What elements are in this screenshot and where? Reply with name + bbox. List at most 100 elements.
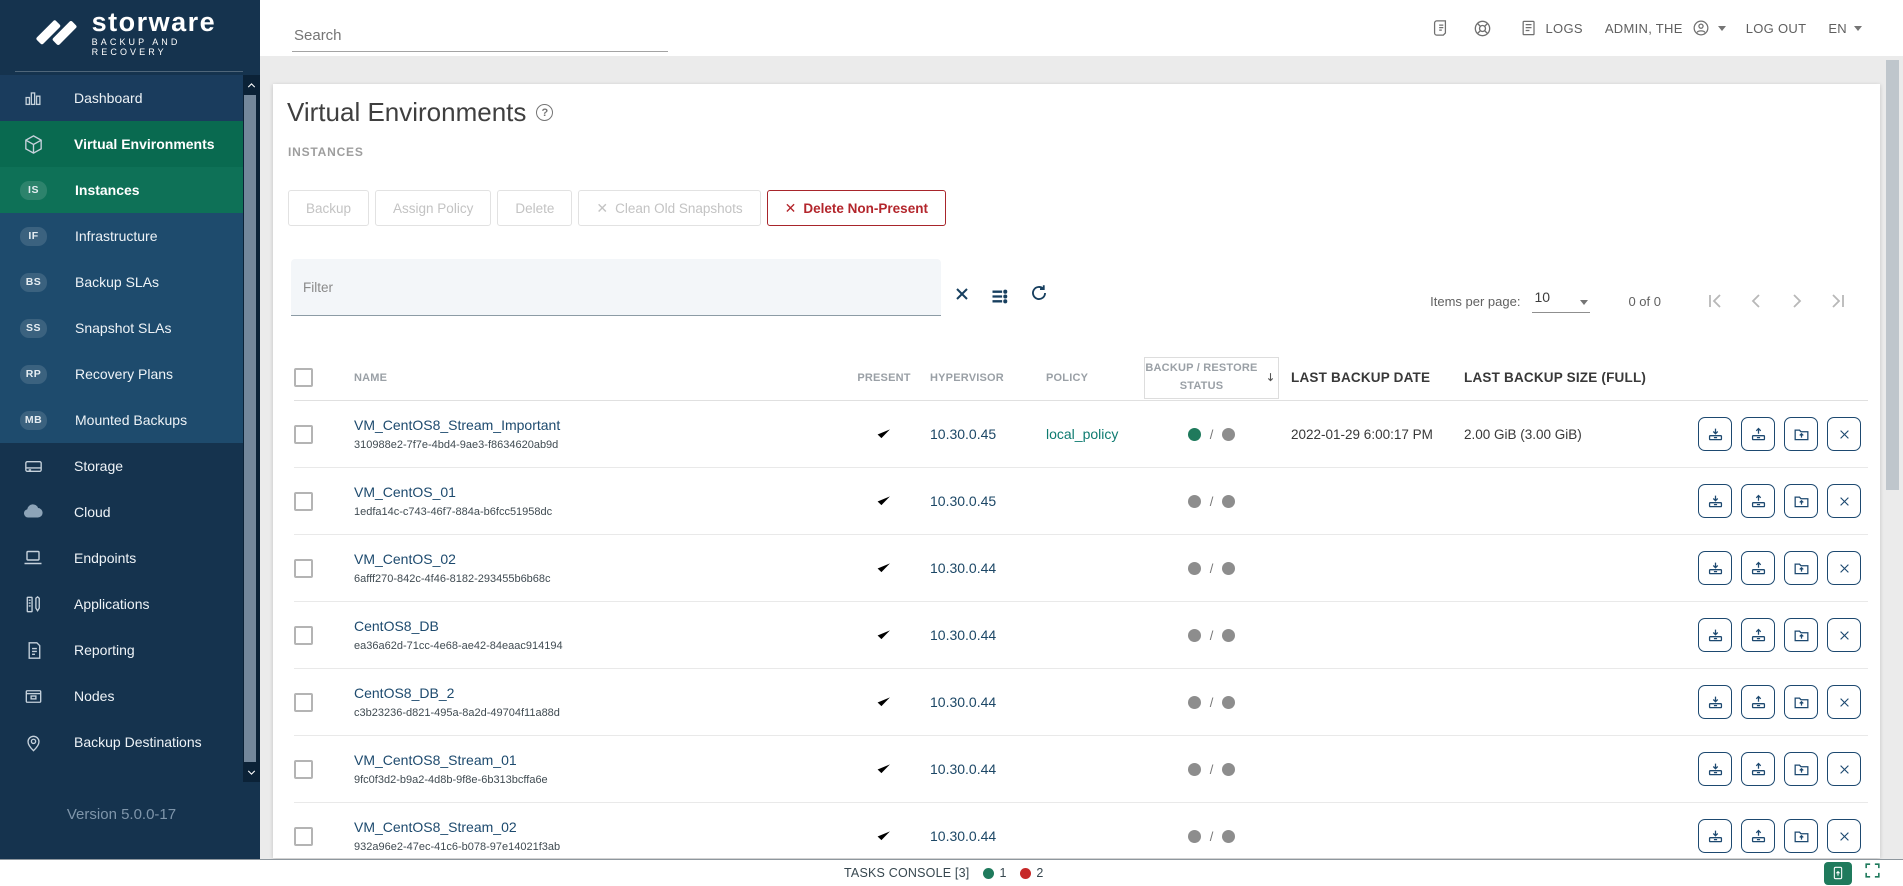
sidebar-item-recovery-plans[interactable]: RPRecovery Plans <box>0 351 243 397</box>
sidebar-item-mounted-backups[interactable]: MBMounted Backups <box>0 397 243 443</box>
delete-button[interactable] <box>1827 752 1861 786</box>
delete-button[interactable] <box>1827 551 1861 585</box>
vm-name-link[interactable]: CentOS8_DB <box>354 618 439 634</box>
report-button[interactable] <box>1430 18 1450 38</box>
mount-button[interactable] <box>1784 417 1818 451</box>
brand-logo[interactable]: storware BACKUP AND RECOVERY <box>32 9 260 57</box>
mount-button[interactable] <box>1784 685 1818 719</box>
col-hypervisor[interactable]: HYPERVISOR <box>930 372 1046 384</box>
restore-button[interactable] <box>1741 685 1775 719</box>
sidebar-item-reporting[interactable]: Reporting <box>0 627 243 673</box>
mount-button[interactable] <box>1784 819 1818 853</box>
filter-input[interactable] <box>291 259 941 315</box>
row-checkbox[interactable] <box>294 626 313 645</box>
delete-button[interactable] <box>1827 618 1861 652</box>
next-page-button[interactable] <box>1783 287 1811 315</box>
column-settings-button[interactable] <box>986 283 1012 309</box>
row-checkbox[interactable] <box>294 492 313 511</box>
backup-button[interactable] <box>1698 417 1732 451</box>
col-backup-restore-status[interactable]: BACKUP / RESTORESTATUS <box>1144 357 1278 399</box>
backup-button[interactable] <box>1698 685 1732 719</box>
items-per-page-select[interactable]: 10 <box>1532 289 1590 313</box>
sidebar-item-endpoints[interactable]: Endpoints <box>0 535 243 581</box>
delete-non-present-button[interactable]: ✕Delete Non-Present <box>767 190 946 226</box>
assign-policy-button[interactable]: Assign Policy <box>375 190 491 226</box>
delete-button[interactable] <box>1827 417 1861 451</box>
row-checkbox[interactable] <box>294 693 313 712</box>
page-scrollbar[interactable] <box>1886 60 1899 490</box>
sidebar-item-storage[interactable]: Storage <box>0 443 243 489</box>
scroll-down-button[interactable] <box>243 762 260 782</box>
restore-button[interactable] <box>1741 752 1775 786</box>
clear-filter-button[interactable] <box>949 281 975 307</box>
previous-page-button[interactable] <box>1742 287 1770 315</box>
user-menu[interactable]: ADMIN, THE <box>1605 18 1726 38</box>
sidebar-item-applications[interactable]: Applications <box>0 581 243 627</box>
col-last-backup-date[interactable]: LAST BACKUP DATE <box>1280 370 1456 385</box>
sidebar-item-infrastructure[interactable]: IFInfrastructure <box>0 213 243 259</box>
sidebar-item-instances[interactable]: ISInstances <box>0 167 243 213</box>
row-checkbox[interactable] <box>294 425 313 444</box>
help-button[interactable] <box>1472 18 1493 39</box>
backup-button[interactable] <box>1698 484 1732 518</box>
sidebar-item-backup-slas[interactable]: BSBackup SLAs <box>0 259 243 305</box>
scroll-up-button[interactable] <box>243 75 260 95</box>
col-last-backup-size[interactable]: LAST BACKUP SIZE (FULL) <box>1456 370 1660 385</box>
backup-button[interactable] <box>1698 618 1732 652</box>
logs-button[interactable]: LOGS <box>1519 18 1583 38</box>
language-menu[interactable]: EN <box>1828 21 1862 36</box>
fullscreen-button[interactable] <box>1863 861 1882 885</box>
vm-name-link[interactable]: VM_CentOS8_Stream_02 <box>354 819 517 835</box>
vm-name-link[interactable]: CentOS8_DB_2 <box>354 685 454 701</box>
search-input[interactable] <box>292 23 668 52</box>
help-icon[interactable]: ? <box>536 104 553 121</box>
sidebar-scrollbar[interactable] <box>243 75 260 782</box>
last-page-button[interactable] <box>1824 287 1852 315</box>
logout-button[interactable]: LOG OUT <box>1746 21 1807 36</box>
hypervisor-value: 10.30.0.44 <box>930 602 1046 668</box>
vm-name-link[interactable]: VM_CentOS_01 <box>354 484 456 500</box>
first-page-button[interactable] <box>1701 287 1729 315</box>
backup-button[interactable] <box>1698 752 1732 786</box>
mount-button[interactable] <box>1784 484 1818 518</box>
mount-button[interactable] <box>1784 551 1818 585</box>
sidebar-item-virtual-environments[interactable]: Virtual Environments <box>0 121 243 167</box>
sidebar-item-cloud[interactable]: Cloud <box>0 489 243 535</box>
clean-old-snapshots-button[interactable]: ✕Clean Old Snapshots <box>578 190 760 226</box>
row-checkbox[interactable] <box>294 559 313 578</box>
refresh-button[interactable] <box>1026 280 1052 306</box>
backup-button[interactable]: Backup <box>288 190 369 226</box>
col-name[interactable]: NAME <box>354 372 838 384</box>
vm-name-link[interactable]: VM_CentOS_02 <box>354 551 456 567</box>
col-policy[interactable]: POLICY <box>1046 372 1143 384</box>
restore-button[interactable] <box>1741 417 1775 451</box>
policy-link[interactable]: local_policy <box>1046 426 1118 442</box>
sidebar-item-nodes[interactable]: Nodes <box>0 673 243 719</box>
vm-name-link[interactable]: VM_CentOS8_Stream_01 <box>354 752 517 768</box>
mount-button[interactable] <box>1784 752 1818 786</box>
table-header: NAME PRESENT HYPERVISOR POLICY BACKUP / … <box>294 355 1868 401</box>
status-separator: / <box>1210 695 1214 710</box>
select-all-checkbox[interactable] <box>294 368 313 387</box>
restore-button[interactable] <box>1741 618 1775 652</box>
sidebar-item-dashboard[interactable]: Dashboard <box>0 75 243 121</box>
restore-button[interactable] <box>1741 551 1775 585</box>
row-checkbox[interactable] <box>294 827 313 846</box>
console-popup-button[interactable] <box>1824 862 1852 885</box>
mount-button[interactable] <box>1784 618 1818 652</box>
delete-button[interactable] <box>1827 819 1861 853</box>
sidebar-item-snapshot-slas[interactable]: SSSnapshot SLAs <box>0 305 243 351</box>
backup-button[interactable] <box>1698 819 1732 853</box>
tasks-console-bar[interactable]: TASKS CONSOLE [3] 1 2 <box>0 859 1903 886</box>
row-checkbox[interactable] <box>294 760 313 779</box>
vm-name-link[interactable]: VM_CentOS8_Stream_Important <box>354 417 560 433</box>
restore-button[interactable] <box>1741 484 1775 518</box>
restore-button[interactable] <box>1741 819 1775 853</box>
sidebar-item-backup-destinations[interactable]: Backup Destinations <box>0 719 243 765</box>
delete-button[interactable] <box>1827 484 1861 518</box>
delete-button[interactable] <box>1827 685 1861 719</box>
col-present[interactable]: PRESENT <box>838 372 930 384</box>
backup-button[interactable] <box>1698 551 1732 585</box>
delete-button[interactable]: Delete <box>497 190 572 226</box>
sidebar-scroll-thumb[interactable] <box>244 95 256 762</box>
